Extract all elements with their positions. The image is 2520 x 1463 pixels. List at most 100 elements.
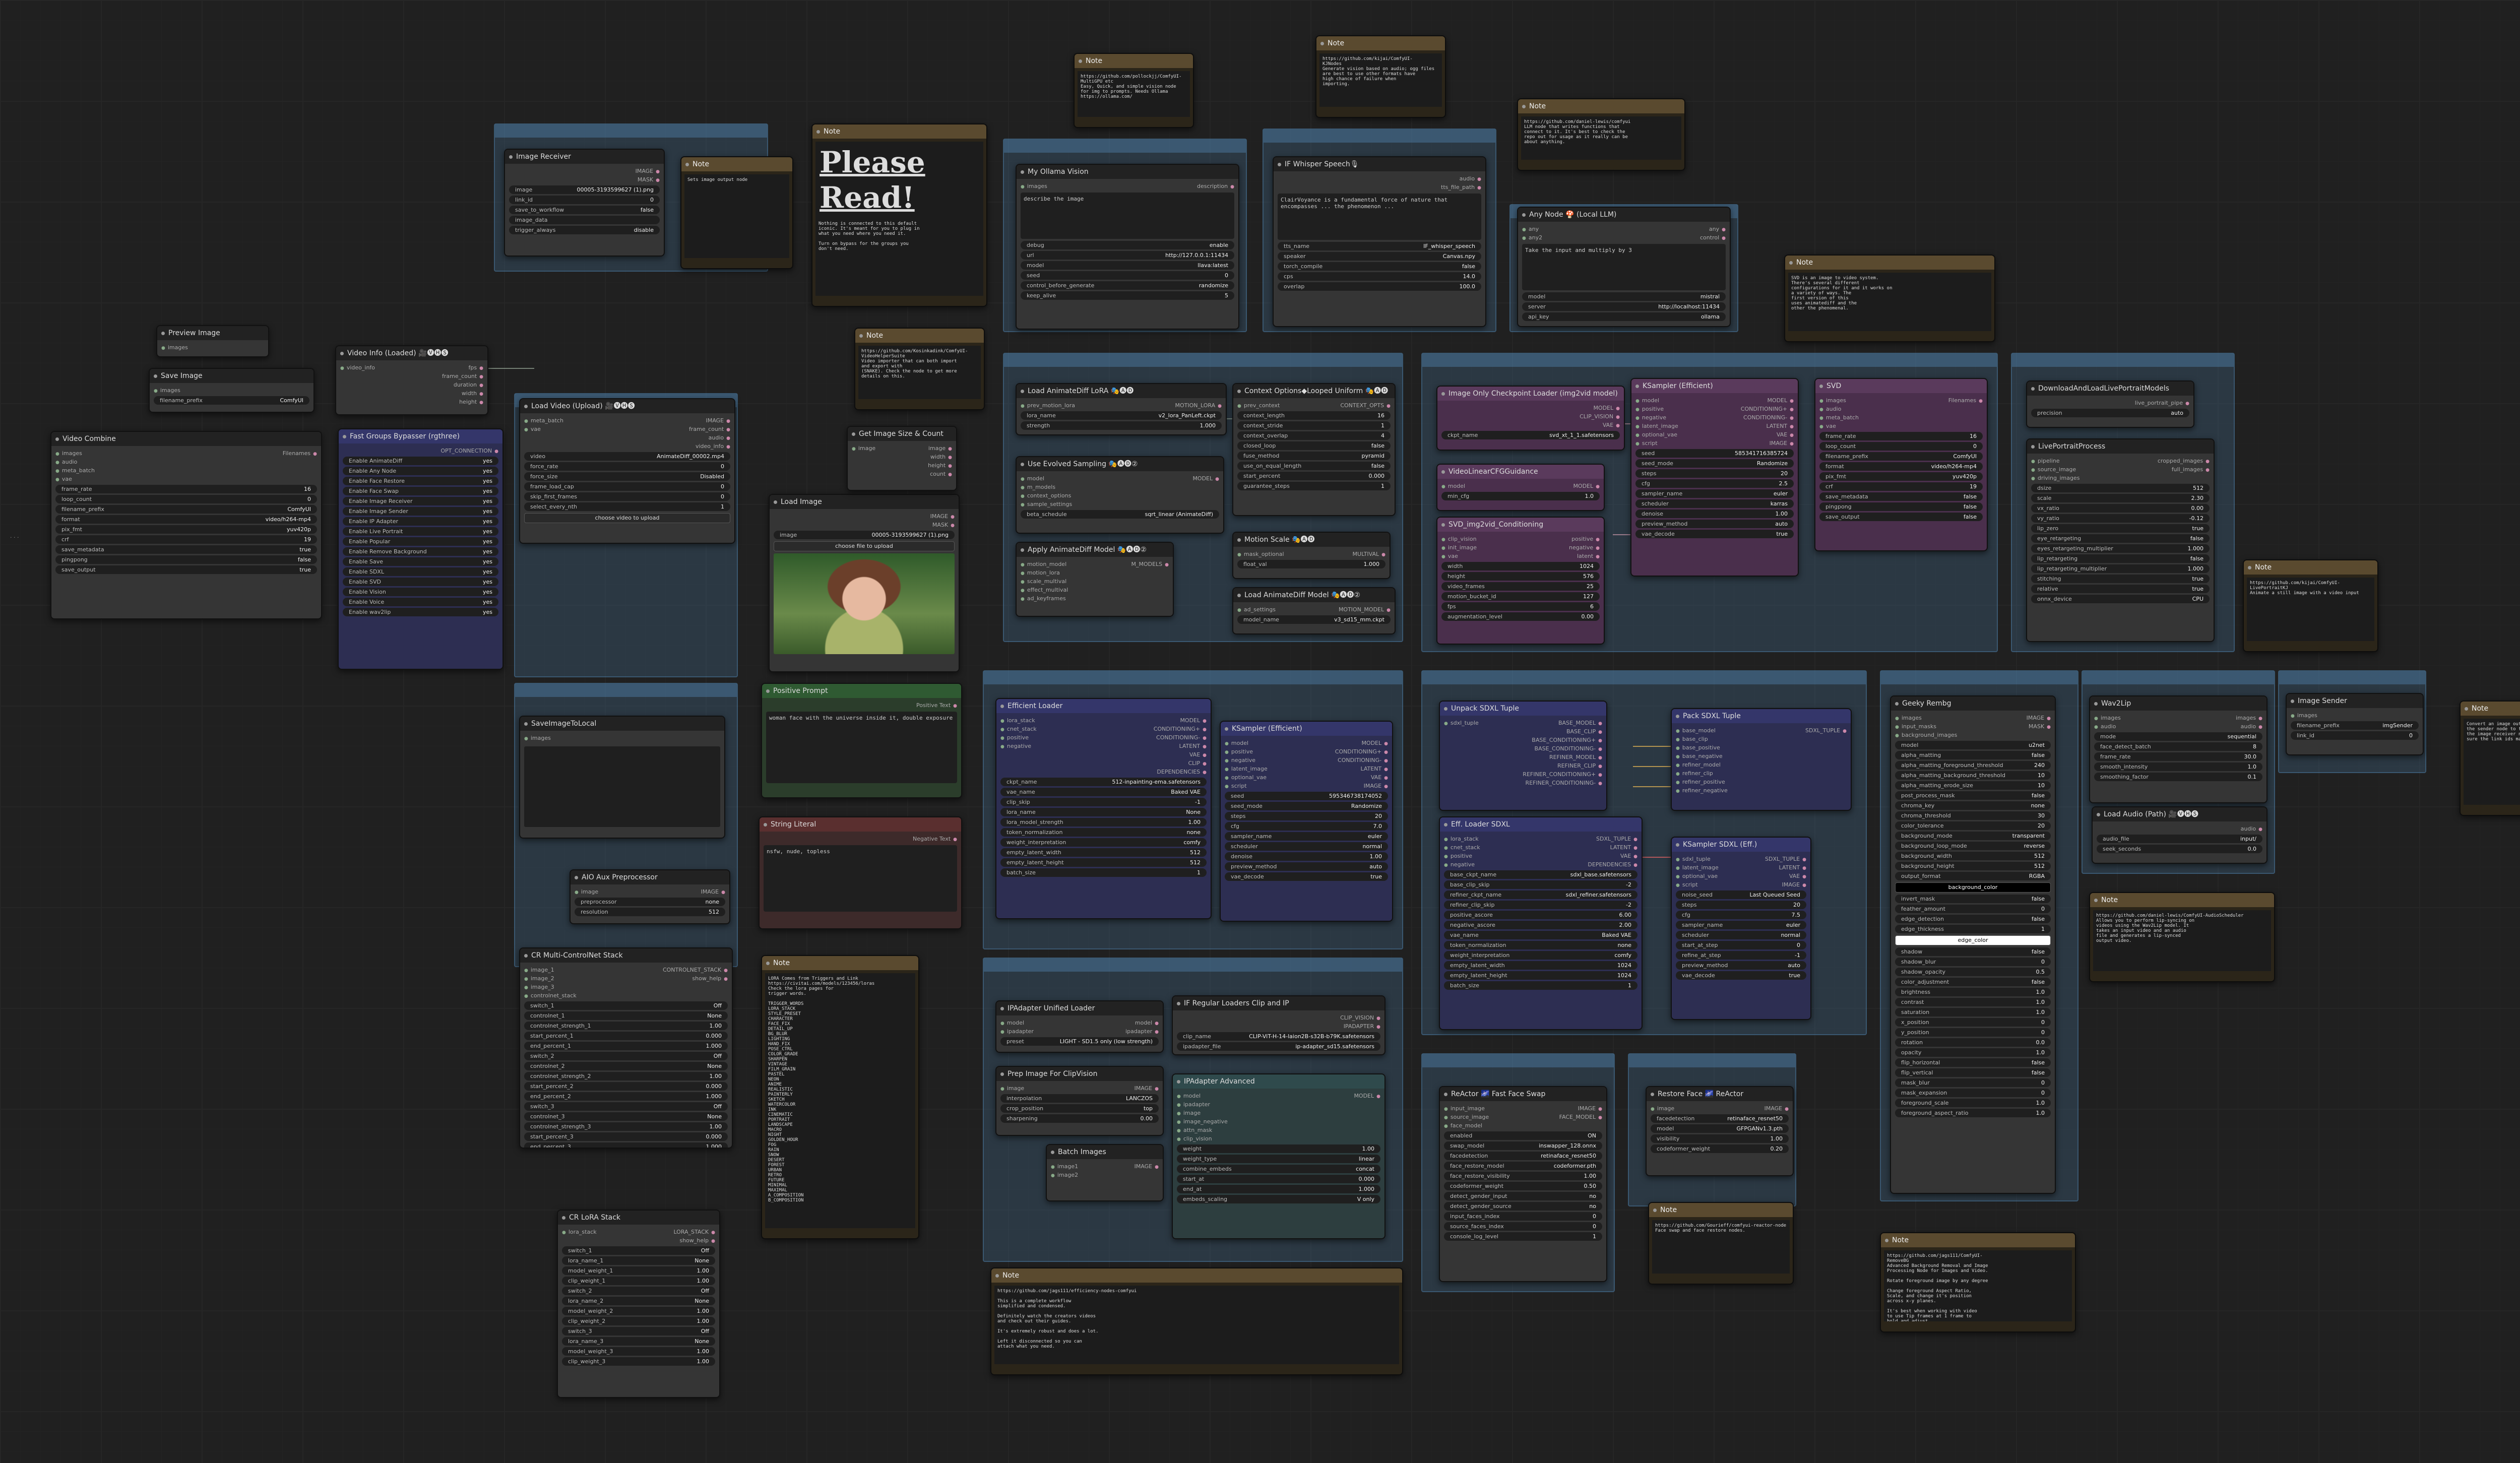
output-frame-count[interactable]: frame_count [689, 425, 730, 433]
input-positive[interactable]: positive [1444, 852, 1472, 860]
output-conditioning[interactable]: CONDITIONING+ [1741, 405, 1794, 413]
ipadapter-loader-node[interactable]: IPAdapter Unified Loadermodelmodelipadap… [995, 1000, 1164, 1053]
output-vae[interactable]: VAE [1620, 852, 1637, 860]
output-conditioning[interactable]: CONDITIONING- [1743, 413, 1794, 422]
output-image[interactable]: IMAGE [1135, 1084, 1159, 1093]
float-val-widget[interactable]: float_val 1.000 [1237, 560, 1385, 568]
positive-ascore-widget[interactable]: positive_ascore 6.00 [1444, 911, 1637, 919]
keep-alive-widget[interactable]: keep_alive 5 [1021, 291, 1234, 300]
output-motion-lora[interactable]: MOTION_LORA [1175, 401, 1222, 410]
scheduler-widget[interactable]: scheduler karras [1635, 499, 1794, 508]
output-images[interactable]: images [2236, 714, 2262, 722]
output-audio[interactable]: audio [709, 433, 730, 442]
preview-method-widget[interactable]: preview_method auto [1225, 862, 1388, 871]
link-id-widget[interactable]: link_id 0 [2291, 731, 2419, 740]
clip-skip-widget[interactable]: clip_skip -1 [1000, 798, 1207, 806]
controlnet-strength-2-widget[interactable]: controlnet_strength_2 1.00 [524, 1072, 728, 1080]
restore-face-node[interactable]: Restore Face 🌌 ReActor image IMAGEfacedete… [1646, 1086, 1794, 1176]
batch-images-node[interactable]: Batch Images image1 IMAGE image2 [1046, 1144, 1164, 1201]
force-size-widget[interactable]: force_size Disabled [524, 472, 730, 481]
prompt-textarea[interactable]: nsfw, nude, topless [764, 845, 957, 912]
output-controlnet-stack[interactable]: CONTROLNET_STACK [663, 966, 728, 974]
output-any[interactable]: any [1709, 225, 1726, 233]
input-images[interactable]: images [55, 449, 82, 458]
context-stride-widget[interactable]: context_stride 1 [1237, 421, 1391, 430]
output-height[interactable]: height [928, 461, 952, 470]
output-filenames[interactable]: Filenames [283, 449, 317, 458]
input-images[interactable]: images [2291, 711, 2317, 720]
model-name-widget[interactable]: model_name v3_sd15_mm.ckpt [1237, 615, 1391, 624]
note-text[interactable]: SVD is an image to video system. There's… [1788, 273, 1991, 331]
input-motion-model[interactable]: motion_model [1021, 560, 1066, 568]
video-info-node[interactable]: Video Info (Loaded) 🎥🅥🅗🅢 video_info fpsfra… [335, 345, 488, 415]
input-lora-stack[interactable]: lora_stack [1444, 835, 1479, 843]
vae-name-widget[interactable]: vae_name Baked VAE [1000, 788, 1207, 796]
feather-amount-widget[interactable]: feather_amount 0 [1895, 905, 2051, 913]
input-prev-context[interactable]: prev_context [1237, 401, 1280, 410]
crop-position-widget[interactable]: crop_position top [1000, 1104, 1159, 1113]
base-clip-skip-widget[interactable]: base_clip_skip -2 [1444, 880, 1637, 889]
detect-gender-input-widget[interactable]: detect_gender_input no [1444, 1192, 1602, 1200]
input-image1[interactable]: image1 [1051, 1162, 1078, 1171]
output-context-opts[interactable]: CONTEXT_OPTS [1340, 401, 1391, 410]
post-process-mask-widget[interactable]: post_process_mask false [1895, 791, 2051, 800]
beta-schedule-widget[interactable]: beta_schedule sqrt_linear (AnimateDiff) [1021, 510, 1219, 519]
vae-decode-widget[interactable]: vae_decode true [1676, 971, 1806, 980]
output-base-conditioning[interactable]: BASE_CONDITIONING- [1535, 744, 1602, 753]
denoise-widget[interactable]: denoise 1.00 [1225, 852, 1388, 861]
clip-weight-3-widget[interactable]: clip_weight_3 1.00 [562, 1357, 715, 1366]
input-optional-vae[interactable]: optional_vae [1676, 872, 1718, 880]
strength-widget[interactable]: strength 1.000 [1021, 421, 1222, 430]
alpha-matting-erode-size-widget[interactable]: alpha_matting_erode_size 10 [1895, 781, 2051, 790]
shadow-widget[interactable]: shadow false [1895, 947, 2051, 956]
save-image-local-node[interactable]: SaveImageToLocal images [519, 716, 725, 839]
input-image[interactable]: image [1651, 1104, 1674, 1113]
output-latent[interactable]: LATENT [1179, 742, 1207, 750]
if-loader-node[interactable]: IF Regular Loaders Clip and IP CLIP_VISIO… [1172, 995, 1385, 1055]
image-receiver-node[interactable]: Image Receiver IMAGEMASKimage00005-319359… [504, 149, 665, 257]
invert-mask-widget[interactable]: invert_mask false [1895, 895, 2051, 903]
input-cnet-stack[interactable]: cnet_stack [1444, 843, 1480, 852]
input-audio[interactable]: audio [1819, 405, 1841, 413]
background-height-widget[interactable]: background_height 512 [1895, 862, 2051, 870]
eyes-retargeting-multiplier-widget[interactable]: eyes_retargeting_multiplier 1.000 [2031, 544, 2210, 553]
unpack-sdxl-node[interactable]: Unpack SDXL Tuplesdxl_tupleBASE_MODELBAS… [1439, 701, 1607, 811]
input-latent-image[interactable]: latent_image [1225, 765, 1268, 773]
frame-rate-widget[interactable]: frame_rate 30.0 [2094, 752, 2262, 761]
output-model[interactable]: MODEL [1354, 1092, 1380, 1100]
smoothing-factor-widget[interactable]: smoothing_factor 0.1 [2094, 773, 2262, 781]
input-images[interactable]: images [161, 343, 188, 352]
model-weight-2-widget[interactable]: model_weight_2 1.00 [562, 1307, 715, 1315]
save-output-widget[interactable]: save_output false [1819, 513, 1983, 521]
input-model[interactable]: model [1225, 739, 1248, 747]
empty-latent-height-widget[interactable]: empty_latent_height 1024 [1444, 971, 1637, 980]
steps-widget[interactable]: steps 20 [1635, 469, 1794, 478]
positive-prompt-node[interactable]: Positive Prompt Positive Text woman face… [761, 683, 962, 798]
output-audio[interactable]: audio [1460, 174, 1481, 183]
input-video-info[interactable]: video_info [340, 363, 375, 372]
output-negative[interactable]: negative [1569, 543, 1600, 552]
filename-prefix-widget[interactable]: filename_prefix imgSender [2291, 721, 2419, 730]
text-input[interactable]: Take the input and multiply by 3 [1522, 244, 1726, 290]
input-vae[interactable]: vae [1819, 422, 1836, 430]
ckpt-name-widget[interactable]: ckpt_name 512-inpainting-ema.safetensors [1000, 778, 1207, 786]
rotation-widget[interactable]: rotation 0.0 [1895, 1038, 2051, 1047]
output-conditioning[interactable]: CONDITIONING+ [1335, 747, 1388, 756]
output-latent[interactable]: LATENT [1360, 765, 1388, 773]
output-image[interactable]: IMAGE [930, 512, 955, 521]
background-width-widget[interactable]: background_width 512 [1895, 852, 2051, 860]
output-base-clip[interactable]: BASE_CLIP [1566, 727, 1602, 736]
visibility-widget[interactable]: visibility 1.00 [1651, 1134, 1789, 1143]
face-restore-visibility-widget[interactable]: face_restore_visibility 1.00 [1444, 1172, 1602, 1180]
output-face-model[interactable]: FACE_MODEL [1559, 1113, 1602, 1121]
overlap-widget[interactable]: overlap 100.0 [1278, 282, 1481, 291]
output-model[interactable]: model [1135, 1019, 1159, 1027]
eye-retargeting-widget[interactable]: eye_retargeting false [2031, 534, 2210, 543]
model-weight-3-widget[interactable]: model_weight_3 1.00 [562, 1347, 715, 1356]
output-vae[interactable]: VAE [1777, 430, 1794, 439]
toggle-enable-image-receiver[interactable]: Enable Image Receiver yes [343, 497, 498, 505]
output-latent[interactable]: LATENT [1766, 422, 1794, 430]
interpolation-widget[interactable]: interpolation LANCZOS [1000, 1094, 1159, 1103]
note-text[interactable]: https://github.com/jags111/ComfyUI- Remo… [1884, 1250, 2072, 1321]
upload-button[interactable]: choose file to upload [774, 541, 955, 551]
